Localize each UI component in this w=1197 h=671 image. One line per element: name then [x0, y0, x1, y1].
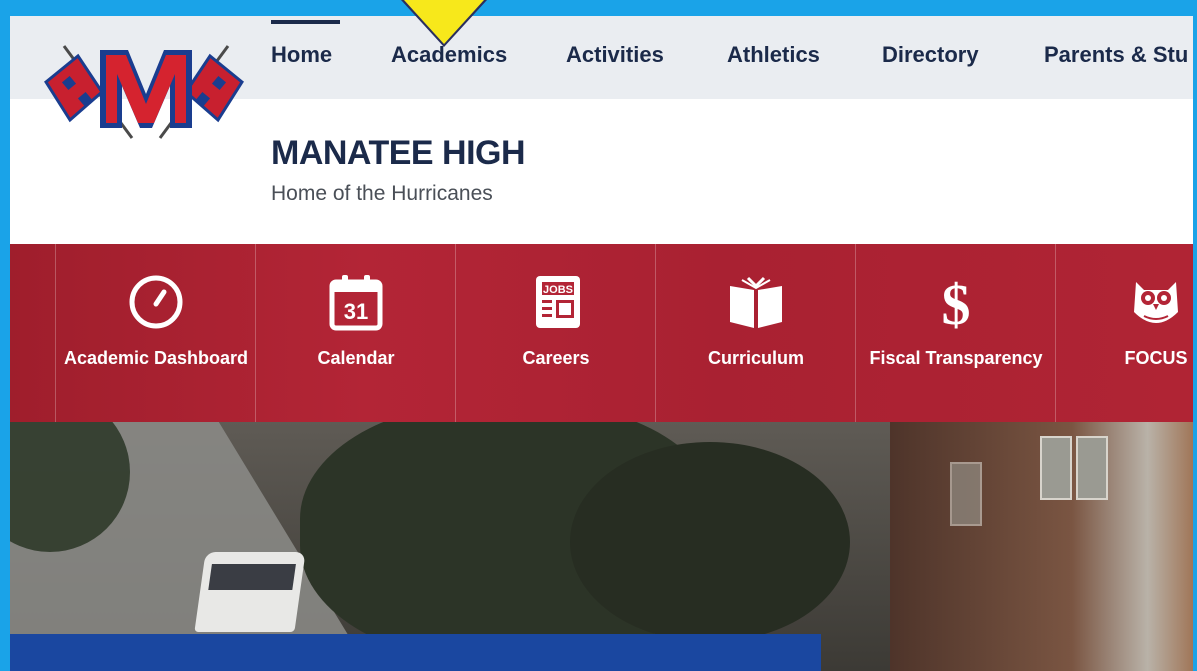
- quicklink-academic-dashboard[interactable]: Academic Dashboard: [55, 244, 256, 422]
- web-page: Home Academics Activities Athletics Dire…: [10, 16, 1193, 671]
- quicklink-fiscal-transparency[interactable]: $ Fiscal Transparency: [855, 244, 1056, 422]
- school-bus: [194, 552, 306, 632]
- quicklink-focus[interactable]: FOCUS: [1055, 244, 1193, 422]
- jobs-icon-text: JOBS: [543, 284, 573, 296]
- building-window: [1040, 436, 1072, 500]
- gauge-icon: [129, 275, 183, 329]
- quicklink-label: Careers: [522, 348, 590, 368]
- hero-caption-bar: [10, 634, 821, 671]
- quicklink-label: Academic Dashboard: [63, 348, 249, 368]
- school-tagline: Home of the Hurricanes: [271, 182, 493, 205]
- quicklink-label: Calendar: [317, 348, 395, 368]
- owl-icon: [1134, 282, 1178, 323]
- quicklinks-bar: Academic Dashboard 31 Calendar JOBS Care…: [10, 244, 1193, 422]
- hero-image: [10, 422, 1193, 671]
- frame-right: [1193, 16, 1197, 671]
- bus-window: [208, 564, 296, 590]
- quicklink-label: Fiscal Transparency: [869, 348, 1043, 368]
- school-logo[interactable]: [44, 30, 244, 150]
- hero-building: [890, 422, 1193, 671]
- quicklink-careers[interactable]: JOBS Careers: [455, 244, 656, 422]
- jobs-newspaper-icon: JOBS: [536, 276, 580, 328]
- building-window: [1076, 436, 1108, 500]
- nav-active-indicator: [271, 20, 340, 24]
- calendar-icon: 31: [329, 275, 383, 331]
- open-book-icon: [730, 276, 782, 328]
- dollar-icon: $: [942, 272, 971, 332]
- calendar-icon-number: 31: [344, 299, 368, 324]
- hero-trees: [570, 442, 850, 642]
- school-name[interactable]: MANATEE HIGH: [271, 134, 526, 173]
- quicklink-label: Curriculum: [707, 348, 804, 368]
- nav-activities[interactable]: Activities: [566, 42, 664, 68]
- dropdown-marker-icon: [404, 0, 484, 44]
- nav-parents-students[interactable]: Parents & Stu: [1044, 42, 1188, 68]
- nav-home[interactable]: Home: [271, 42, 332, 68]
- quicklink-curriculum[interactable]: Curriculum: [655, 244, 856, 422]
- frame-top: [0, 0, 1197, 16]
- nav-directory[interactable]: Directory: [882, 42, 979, 68]
- nav-athletics[interactable]: Athletics: [727, 42, 820, 68]
- m-letter-icon: [100, 50, 192, 128]
- dollar-icon-glyph: $: [942, 272, 971, 332]
- building-window: [950, 462, 982, 526]
- quicklink-label: FOCUS: [1124, 348, 1188, 368]
- quicklink-calendar[interactable]: 31 Calendar: [255, 244, 456, 422]
- frame-left: [0, 16, 10, 236]
